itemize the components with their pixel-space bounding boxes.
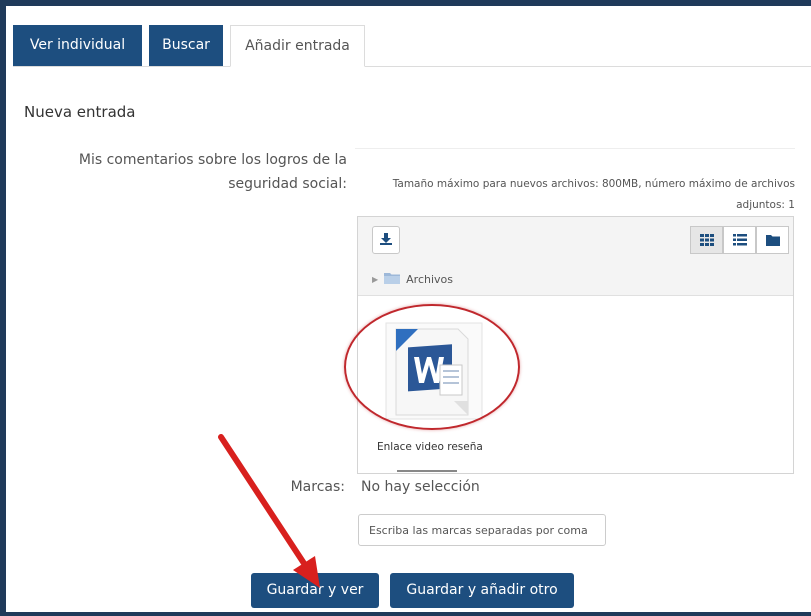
annotation-arrow — [218, 434, 320, 588]
